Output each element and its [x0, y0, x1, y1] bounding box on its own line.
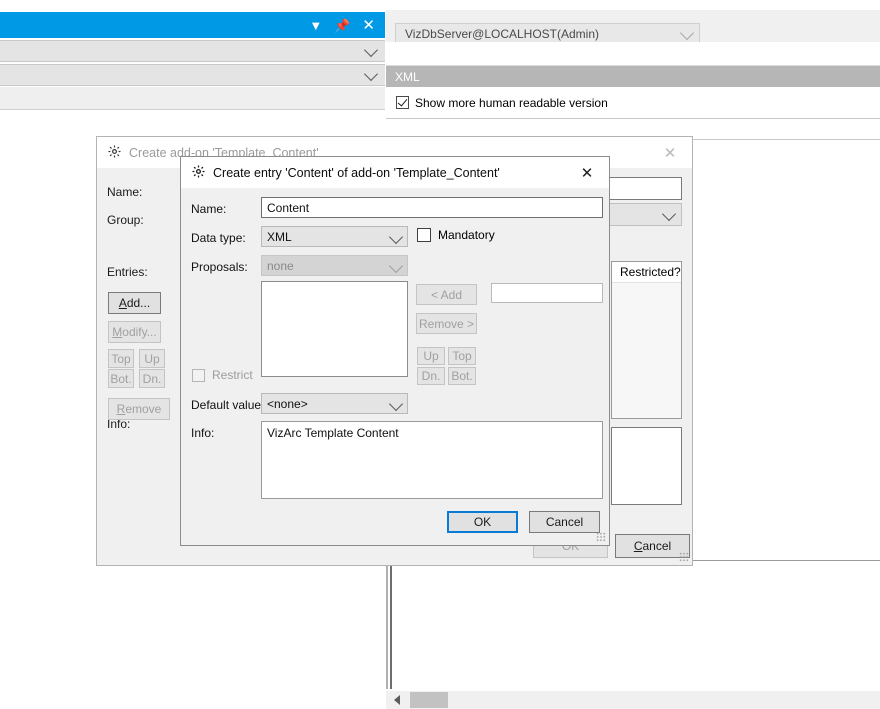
checkbox-icon[interactable]	[417, 228, 431, 242]
entry-mandatory-label: Mandatory	[438, 228, 495, 242]
addon-add-button[interactable]: Add...	[108, 292, 161, 314]
create-entry-dialog: Create entry 'Content' of add-on 'Templa…	[180, 156, 610, 546]
chevron-down-icon	[390, 399, 402, 411]
right-panel-section-header: XML	[386, 66, 880, 87]
chevron-down-icon	[390, 232, 402, 244]
entry-restrict-label: Restrict	[212, 368, 253, 382]
addon-group-label: Group:	[107, 213, 144, 227]
left-combo-1[interactable]	[0, 40, 385, 62]
entry-up-label: Up	[423, 349, 438, 363]
entry-data-type-value: XML	[267, 230, 292, 244]
entry-default-value-label: Default value:	[191, 398, 264, 412]
close-icon[interactable]: ✕	[356, 18, 385, 33]
addon-remove-button[interactable]: Remove	[108, 398, 170, 420]
horizontal-scrollbar[interactable]	[386, 691, 880, 709]
section-header-label: XML	[395, 70, 420, 84]
entry-remove-label: Remove >	[419, 317, 474, 331]
entry-data-type-select[interactable]: XML	[261, 226, 408, 247]
entry-name-label: Name:	[191, 202, 226, 216]
addon-add-label-rest: dd...	[127, 296, 150, 310]
checkbox-icon[interactable]	[192, 369, 205, 382]
addon-info-textarea[interactable]	[611, 427, 682, 505]
addon-bot-button[interactable]: Bot.	[108, 369, 134, 388]
chevron-down-icon	[365, 69, 377, 81]
resize-grip[interactable]	[679, 552, 689, 562]
addon-up-label: Up	[144, 352, 159, 366]
entry-proposals-value: none	[267, 259, 294, 273]
scrollbar-thumb[interactable]	[410, 692, 448, 708]
human-readable-checkbox-row[interactable]: Show more human readable version	[386, 90, 880, 115]
close-icon[interactable]: ✕	[648, 137, 692, 168]
right-panel-edge	[386, 561, 388, 689]
entry-info-value: VizArc Template Content	[267, 426, 399, 440]
gear-icon	[108, 145, 121, 161]
pin-icon[interactable]: 📌	[328, 19, 356, 32]
xml-text-area[interactable]	[390, 561, 880, 689]
entry-up-button[interactable]: Up	[417, 347, 445, 365]
entry-data-type-label: Data type:	[191, 231, 246, 245]
entry-proposals-listbox[interactable]	[261, 281, 408, 377]
entry-mandatory-checkbox-row[interactable]: Mandatory	[417, 228, 495, 242]
chevron-down-icon	[390, 261, 402, 273]
entry-default-value: <none>	[267, 397, 308, 411]
entry-cancel-label: Cancel	[546, 515, 583, 529]
addon-dn-button[interactable]: Dn.	[139, 369, 165, 388]
entry-default-value-select[interactable]: <none>	[261, 393, 408, 414]
server-select-value: VizDbServer@LOCALHOST(Admin)	[405, 27, 599, 41]
entry-cancel-button[interactable]: Cancel	[529, 511, 600, 533]
gear-icon	[192, 165, 205, 181]
create-entry-dialog-title: Create entry 'Content' of add-on 'Templa…	[213, 166, 500, 180]
checkbox-icon[interactable]	[396, 96, 409, 109]
entry-top-button[interactable]: Top	[448, 347, 476, 365]
entry-dn-label: Dn.	[422, 369, 441, 383]
addon-entries-list[interactable]: Restricted?	[611, 261, 682, 419]
entry-bot-button[interactable]: Bot.	[448, 367, 476, 385]
entry-name-value: Content	[267, 201, 309, 215]
create-entry-dialog-titlebar[interactable]: Create entry 'Content' of add-on 'Templa…	[181, 157, 609, 188]
entry-ok-label: OK	[474, 515, 491, 529]
right-panel-toolbar: VizDbServer@LOCALHOST(Admin) XML	[386, 10, 880, 42]
entry-remove-button[interactable]: Remove >	[416, 313, 477, 334]
entry-top-label: Top	[452, 349, 471, 363]
right-panel-field-row	[386, 42, 880, 66]
chevron-down-icon	[681, 28, 693, 40]
entry-name-input[interactable]: Content	[261, 197, 603, 218]
close-icon[interactable]: ✕	[565, 157, 609, 188]
chevron-down-icon	[663, 209, 675, 221]
entry-dn-button[interactable]: Dn.	[417, 367, 445, 385]
left-panel-band	[0, 87, 385, 109]
human-readable-checkbox-label: Show more human readable version	[415, 96, 608, 110]
app-root: ▼ 📌 ✕ VizDbServer@LOCALHOST(Admin)	[0, 0, 880, 709]
entry-proposals-label: Proposals:	[191, 260, 248, 274]
entry-proposal-input[interactable]	[491, 283, 603, 303]
addon-bot-label: Bot.	[110, 372, 131, 386]
addon-dn-label: Dn.	[143, 372, 162, 386]
entries-column-header: Restricted?	[612, 262, 681, 283]
resize-grip[interactable]	[596, 532, 606, 542]
scroll-left-arrow-icon[interactable]	[394, 695, 400, 705]
addon-entries-label: Entries:	[107, 265, 148, 279]
chevron-down-icon[interactable]: ▼	[303, 19, 328, 32]
entry-proposals-select[interactable]: none	[261, 255, 408, 276]
entry-add-label: < Add	[431, 288, 462, 302]
entry-add-button[interactable]: < Add	[416, 284, 477, 305]
entry-info-label: Info:	[191, 426, 214, 440]
addon-top-label: Top	[111, 352, 130, 366]
entry-info-textarea[interactable]: VizArc Template Content	[261, 421, 603, 499]
addon-top-button[interactable]: Top	[108, 349, 134, 368]
entry-restrict-checkbox-row[interactable]: Restrict	[192, 368, 253, 382]
addon-name-label: Name:	[107, 185, 142, 199]
addon-up-button[interactable]: Up	[139, 349, 165, 368]
entry-bot-label: Bot.	[451, 369, 472, 383]
addon-modify-button[interactable]: Modify...	[108, 321, 161, 343]
chevron-down-icon	[365, 45, 377, 57]
left-combo-2[interactable]	[0, 64, 385, 86]
dock-titlebar: ▼ 📌 ✕	[0, 12, 385, 38]
entry-ok-button[interactable]: OK	[447, 511, 518, 533]
